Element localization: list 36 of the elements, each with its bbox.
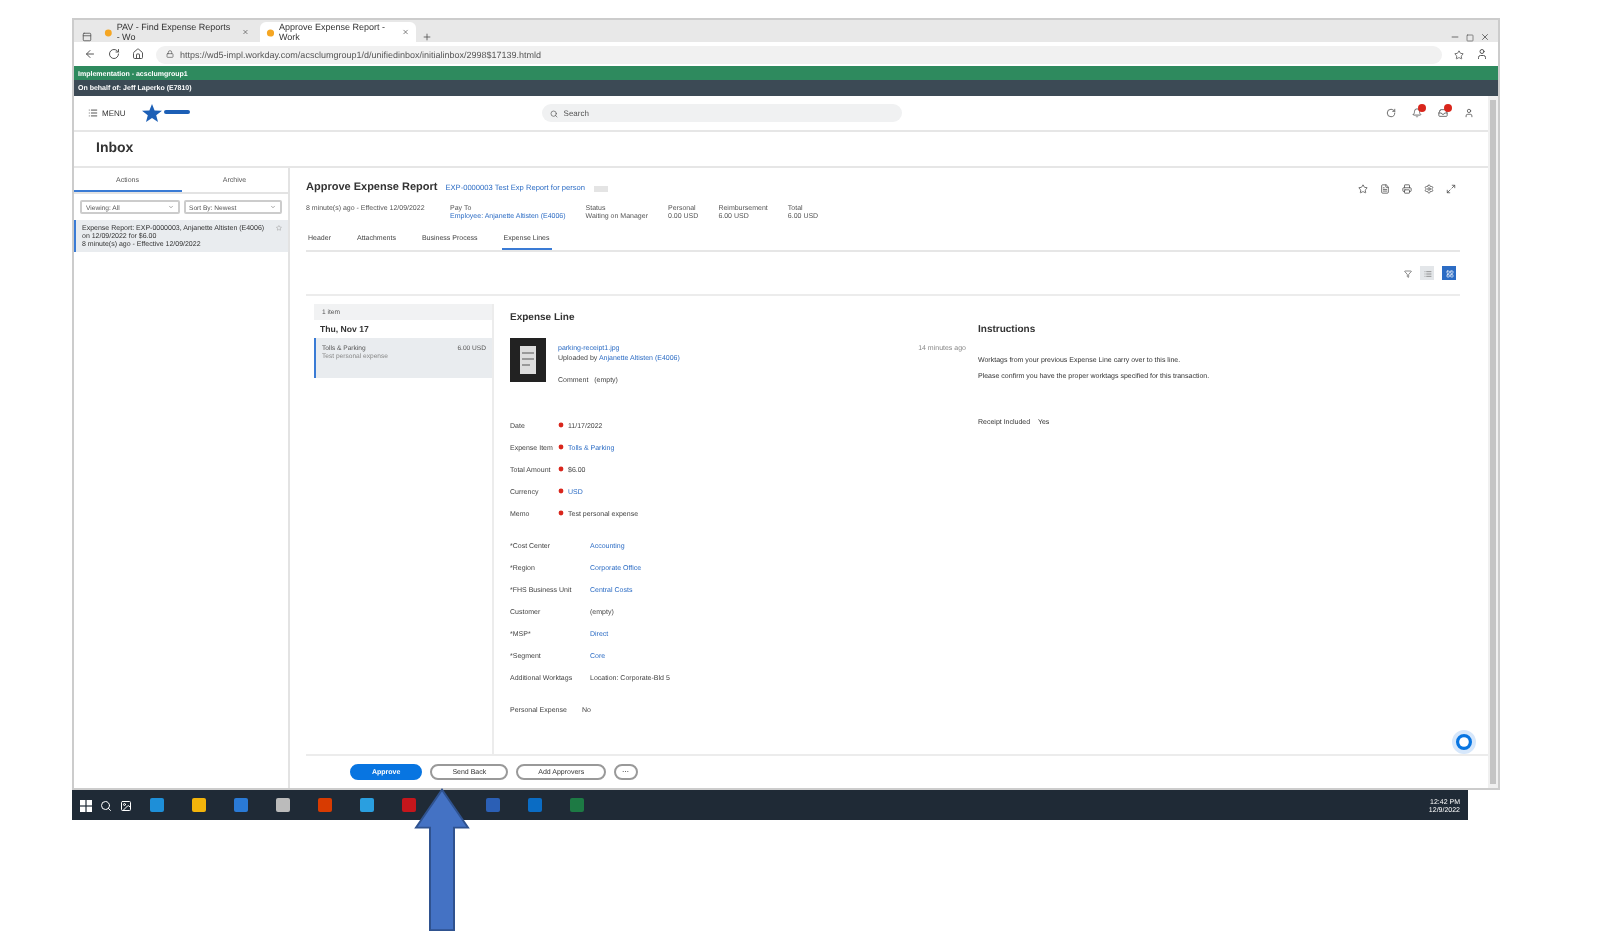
reload-icon[interactable] — [108, 48, 120, 60]
assistant-button[interactable] — [1452, 730, 1476, 754]
settings-icon[interactable] — [1424, 183, 1434, 193]
home-icon[interactable] — [132, 48, 144, 60]
search-icon[interactable] — [100, 799, 112, 811]
scrollbar-thumb[interactable] — [1490, 100, 1496, 784]
printer-icon[interactable] — [1402, 183, 1412, 193]
minimize-icon[interactable] — [1450, 32, 1460, 42]
profile-icon[interactable] — [1476, 48, 1488, 60]
star-logo — [141, 104, 194, 122]
bell-icon[interactable] — [1412, 108, 1422, 118]
expand-icon[interactable] — [1446, 183, 1456, 193]
list-view-button[interactable] — [1420, 266, 1434, 280]
new-tab-icon[interactable] — [422, 32, 432, 42]
close-tab-icon[interactable] — [241, 28, 248, 36]
favorite-icon[interactable] — [1454, 49, 1464, 59]
search-icon — [549, 109, 558, 117]
circle-icon — [1458, 736, 1470, 748]
filter-icon[interactable] — [1404, 269, 1412, 277]
tab-actions-icon[interactable] — [82, 32, 92, 42]
card-view-button[interactable] — [1442, 266, 1456, 280]
up-arrow-drawing — [414, 788, 470, 932]
refresh-icon[interactable] — [1386, 108, 1396, 118]
document-icon[interactable] — [1380, 183, 1390, 193]
star-icon[interactable] — [276, 224, 282, 232]
menu-icon — [88, 108, 98, 118]
close-tab-icon[interactable] — [402, 28, 410, 36]
profile-icon[interactable] — [1464, 108, 1474, 118]
maximize-icon[interactable] — [1466, 34, 1474, 42]
site-icon — [104, 27, 113, 37]
site-icon — [266, 27, 275, 37]
lock-icon — [166, 50, 174, 58]
inbox-icon[interactable] — [1438, 108, 1448, 118]
windows-start-icon[interactable] — [80, 799, 92, 811]
star-icon[interactable] — [1358, 183, 1368, 193]
back-icon[interactable] — [84, 48, 96, 60]
